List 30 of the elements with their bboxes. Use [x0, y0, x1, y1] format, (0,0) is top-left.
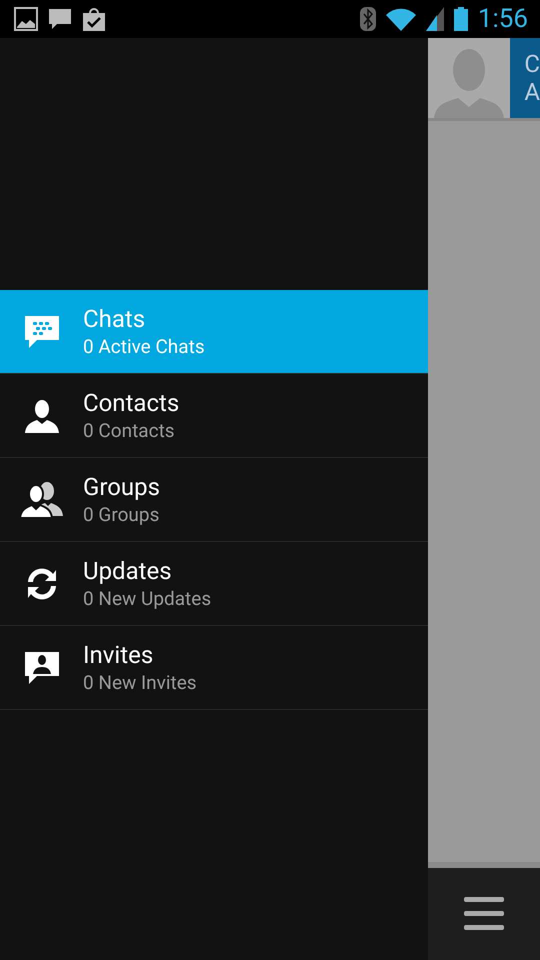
people-icon: [18, 480, 64, 518]
bluetooth-icon: [360, 7, 376, 31]
chat-bubble-icon: [48, 7, 72, 31]
item-title: Contacts: [83, 389, 180, 417]
item-subtitle: 0 Active Chats: [83, 335, 205, 358]
item-subtitle: 0 Groups: [83, 503, 160, 526]
item-title: Invites: [83, 641, 154, 669]
battery-icon: [454, 7, 468, 31]
clock-time: 1:56: [478, 4, 528, 34]
person-icon: [22, 398, 60, 434]
wifi-icon: [386, 7, 416, 31]
chat-bubble-icon: [22, 314, 60, 350]
item-title: Chats: [83, 305, 146, 333]
contact-card-icon: [22, 650, 60, 686]
drawer-item[interactable]: Contacts 0 Contacts: [0, 374, 428, 458]
menu-icon[interactable]: [464, 897, 504, 931]
picture-icon: [14, 7, 38, 31]
drawer-item[interactable]: Updates 0 New Updates: [0, 542, 428, 626]
header-text: C: [524, 52, 540, 76]
item-subtitle: 0 New Invites: [83, 671, 197, 694]
header-text: A: [524, 80, 540, 104]
item-title: Updates: [83, 557, 173, 585]
shopping-bag-icon: [82, 6, 106, 32]
drawer-item[interactable]: Groups 0 Groups: [0, 458, 428, 542]
item-subtitle: 0 New Updates: [83, 587, 212, 610]
item-title: Groups: [83, 473, 160, 501]
signal-icon: [426, 7, 444, 31]
avatar-icon: [432, 46, 506, 118]
drawer-item[interactable]: Invites 0 New Invites: [0, 626, 428, 710]
item-subtitle: 0 Contacts: [83, 419, 176, 442]
